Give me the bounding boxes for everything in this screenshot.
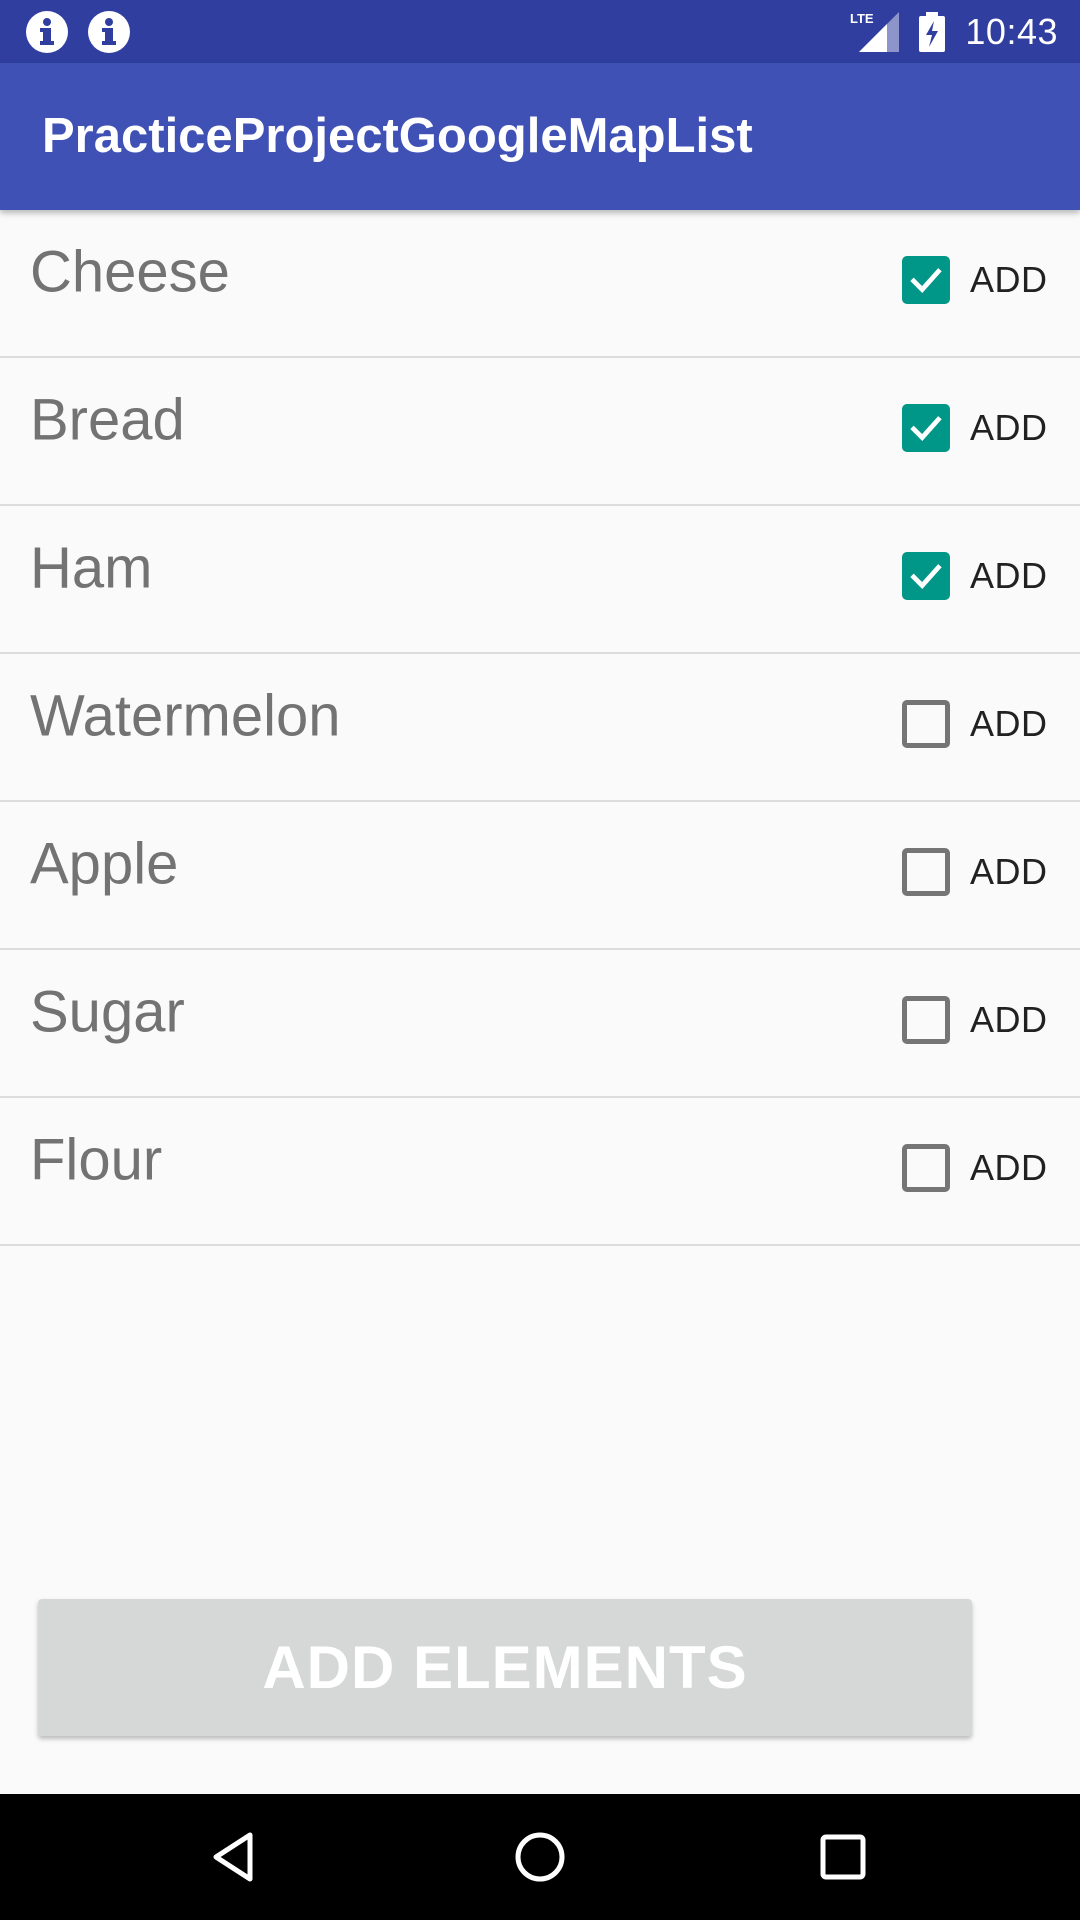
item-name: Sugar (30, 979, 185, 1045)
checkbox-label: ADD (970, 407, 1048, 448)
checkbox-checked-icon (902, 552, 950, 600)
list-item: Bread ADD (0, 358, 1080, 506)
add-checkbox[interactable]: ADD (902, 404, 1048, 452)
navigation-bar (0, 1794, 1080, 1920)
add-checkbox[interactable]: ADD (902, 700, 1048, 748)
app-title: PracticeProjectGoogleMapList (42, 109, 753, 163)
add-checkbox[interactable]: ADD (902, 848, 1048, 896)
item-name: Flour (30, 1127, 163, 1193)
recents-icon (820, 1834, 866, 1880)
checkbox-label: ADD (970, 703, 1048, 744)
list-item: Apple ADD (0, 802, 1080, 950)
add-checkbox[interactable]: ADD (902, 256, 1048, 304)
checkbox-label: ADD (970, 1147, 1048, 1188)
item-name: Ham (30, 535, 153, 601)
item-name: Bread (30, 387, 185, 453)
screen: LTE 10:43 PracticeProjectGoogleMapList C… (0, 0, 1080, 1920)
list-item: Watermelon ADD (0, 654, 1080, 802)
item-name: Apple (30, 831, 179, 897)
checkbox-checked-icon (902, 256, 950, 304)
battery-charging-icon (919, 11, 946, 52)
list-item: Sugar ADD (0, 950, 1080, 1098)
item-name: Watermelon (30, 683, 341, 749)
checkbox-unchecked-icon (902, 848, 950, 896)
checkbox-label: ADD (970, 555, 1048, 596)
checkbox-label: ADD (970, 259, 1048, 300)
status-clock: 10:43 (965, 10, 1058, 52)
checkbox-checked-icon (902, 404, 950, 452)
status-bar: LTE 10:43 (0, 0, 1080, 63)
checkbox-unchecked-icon (902, 1144, 950, 1192)
home-icon (515, 1832, 565, 1882)
recents-button[interactable] (793, 1807, 893, 1907)
app-bar: PracticeProjectGoogleMapList (0, 63, 1080, 210)
list-item: Ham ADD (0, 506, 1080, 654)
info-icon (87, 10, 131, 54)
checkbox-unchecked-icon (902, 700, 950, 748)
lte-signal-icon: LTE (850, 11, 900, 52)
checkmark-icon (910, 268, 942, 293)
back-button[interactable] (186, 1807, 286, 1907)
add-checkbox[interactable]: ADD (902, 996, 1048, 1044)
item-list: Cheese ADD Bread ADD Ham ADD Watermelon ADD Appl… (0, 210, 1080, 1246)
list-item: Cheese ADD (0, 210, 1080, 358)
add-checkbox[interactable]: ADD (902, 552, 1048, 600)
checkmark-icon (910, 564, 942, 589)
checkmark-icon (910, 416, 942, 441)
list-item: Flour ADD (0, 1098, 1080, 1246)
checkbox-label: ADD (970, 851, 1048, 892)
checkbox-label: ADD (970, 999, 1048, 1040)
network-label: LTE (850, 11, 874, 26)
info-icon (25, 10, 69, 54)
item-name: Cheese (30, 239, 230, 305)
add-elements-button[interactable]: ADD ELEMENTS (38, 1599, 972, 1736)
status-icons: LTE 10:43 (849, 0, 1058, 63)
checkbox-unchecked-icon (902, 996, 950, 1044)
add-checkbox[interactable]: ADD (902, 1144, 1048, 1192)
home-button[interactable] (490, 1807, 590, 1907)
back-icon (213, 1832, 253, 1882)
